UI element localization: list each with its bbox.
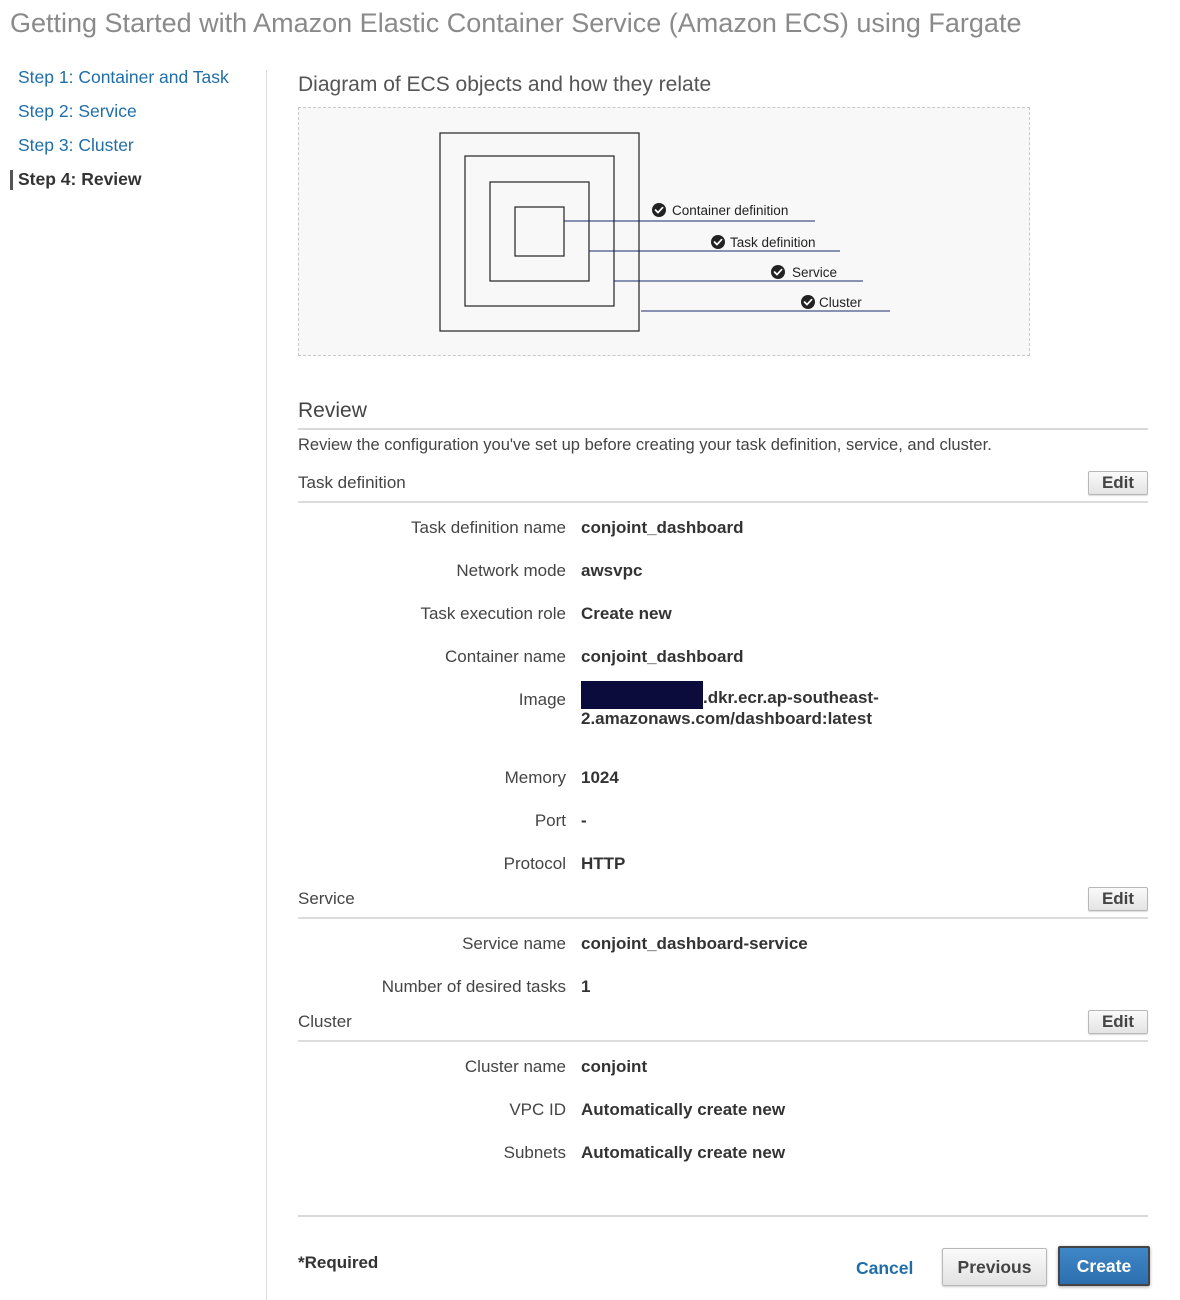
field-value: 1 bbox=[581, 977, 591, 996]
review-description: Review the configuration you've set up b… bbox=[298, 436, 992, 454]
section-divider bbox=[298, 1040, 1148, 1042]
step-review-current: Step 4: Review bbox=[18, 169, 142, 189]
field-value: Automatically create new bbox=[581, 1100, 786, 1119]
review-heading: Review bbox=[298, 399, 367, 422]
cluster-label: Cluster bbox=[819, 295, 862, 310]
diagram-title: Diagram of ECS objects and how they rela… bbox=[298, 73, 712, 96]
field-label: Image bbox=[518, 690, 566, 709]
task-definition-section-title: Task definition bbox=[298, 473, 406, 492]
field-value: conjoint_dashboard-service bbox=[581, 934, 808, 953]
review-divider bbox=[298, 428, 1148, 430]
section-divider bbox=[298, 917, 1148, 919]
redacted-account-id bbox=[581, 680, 703, 709]
field-value: .dkr.ecr.ap-southeast-2.amazonaws.com/da… bbox=[581, 680, 901, 729]
field-label: Memory bbox=[504, 768, 566, 787]
field-label: Number of desired tasks bbox=[381, 977, 566, 996]
field-value: - bbox=[581, 811, 587, 830]
check-circle-icon bbox=[711, 235, 725, 249]
edit-service-button[interactable]: Edit bbox=[1088, 887, 1148, 911]
field-label: Port bbox=[534, 811, 566, 830]
wizard-steps-nav: Step 1: Container and Task Step 2: Servi… bbox=[18, 66, 229, 202]
step-service-link[interactable]: Step 2: Service bbox=[18, 100, 229, 134]
section-divider bbox=[298, 501, 1148, 503]
container-definition-label: Container definition bbox=[672, 203, 788, 218]
task-definition-section-header: Task definition Edit bbox=[298, 471, 1148, 503]
service-section-header: Service Edit bbox=[298, 887, 1148, 919]
step-cluster-link[interactable]: Step 3: Cluster bbox=[18, 134, 229, 168]
field-label: VPC ID bbox=[509, 1100, 566, 1119]
field-value: 1024 bbox=[581, 768, 619, 787]
task-definition-box bbox=[489, 181, 590, 282]
sidebar-divider bbox=[266, 70, 267, 1300]
field-label: Task execution role bbox=[420, 604, 566, 623]
active-step-indicator bbox=[10, 170, 13, 190]
step-container-and-task-link[interactable]: Step 1: Container and Task bbox=[18, 66, 229, 100]
check-circle-icon bbox=[652, 203, 666, 217]
field-label: Service name bbox=[462, 934, 566, 953]
page-title: Getting Started with Amazon Elastic Cont… bbox=[10, 8, 1022, 38]
service-box bbox=[464, 155, 615, 307]
edit-task-definition-button[interactable]: Edit bbox=[1088, 471, 1148, 495]
cluster-section-header: Cluster Edit bbox=[298, 1010, 1148, 1042]
previous-button[interactable]: Previous bbox=[942, 1248, 1047, 1286]
nested-boxes-diagram: Container definition Task definition Ser… bbox=[439, 132, 890, 332]
field-label: Subnets bbox=[503, 1143, 566, 1162]
field-label: Cluster name bbox=[464, 1057, 566, 1076]
field-value: Automatically create new bbox=[581, 1143, 786, 1162]
field-label: Task definition name bbox=[411, 518, 566, 537]
ecs-objects-diagram: Container definition Task definition Ser… bbox=[298, 107, 1030, 356]
field-value: HTTP bbox=[581, 854, 626, 873]
field-value: Create new bbox=[581, 604, 672, 623]
cancel-button[interactable]: Cancel bbox=[856, 1258, 913, 1279]
field-label: Container name bbox=[445, 647, 566, 666]
footer-divider bbox=[298, 1215, 1148, 1217]
field-value: conjoint_dashboard bbox=[581, 518, 744, 537]
check-circle-icon bbox=[801, 295, 815, 309]
cluster-box bbox=[439, 132, 640, 332]
field-label: Protocol bbox=[503, 854, 566, 873]
field-value: conjoint bbox=[581, 1057, 648, 1076]
task-definition-label: Task definition bbox=[730, 235, 816, 250]
check-circle-icon bbox=[771, 265, 785, 279]
required-note: *Required bbox=[298, 1253, 379, 1272]
create-button[interactable]: Create bbox=[1058, 1246, 1150, 1286]
service-section-title: Service bbox=[298, 889, 355, 908]
container-definition-box bbox=[514, 206, 565, 257]
field-label: Network mode bbox=[456, 561, 566, 580]
field-value: conjoint_dashboard bbox=[581, 647, 744, 666]
edit-cluster-button[interactable]: Edit bbox=[1088, 1010, 1148, 1034]
cluster-section-title: Cluster bbox=[298, 1012, 352, 1031]
service-label: Service bbox=[792, 265, 837, 280]
field-value: awsvpc bbox=[581, 561, 643, 580]
